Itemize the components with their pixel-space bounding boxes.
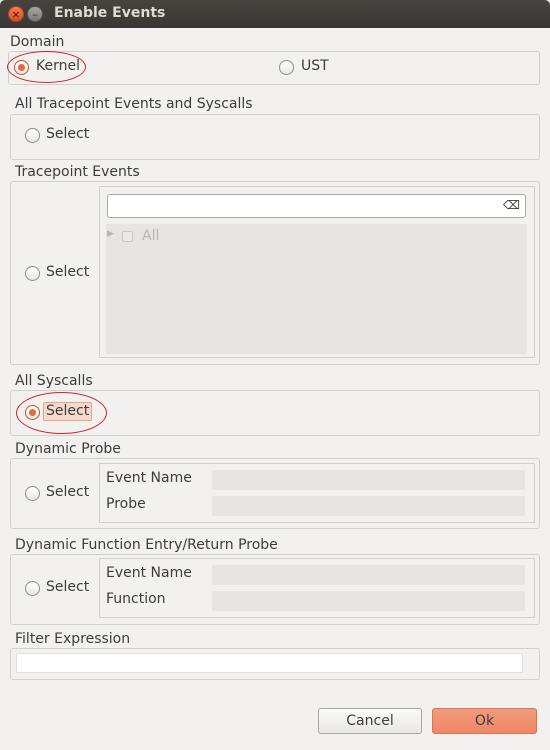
kernel-annotation-ellipse [7,51,86,83]
dynamic-probe-select-label[interactable]: Select [46,484,89,500]
tracepoint-tree[interactable] [106,224,527,354]
all-events-label: All [142,228,160,244]
function-field[interactable] [212,591,525,611]
ok-button[interactable]: Ok [432,708,537,734]
window-title: Enable Events [54,5,166,21]
clear-text-icon[interactable]: ⌫ [503,198,520,212]
probe-label: Probe [106,496,146,512]
dynamic-function-select-radio[interactable] [25,581,40,596]
dynamic-probe-select-radio[interactable] [25,486,40,501]
probe-event-name-field[interactable] [212,470,525,490]
tracepoint-filter-input[interactable]: ⌫ [107,194,526,218]
function-event-name-field[interactable] [212,565,525,585]
filter-expression-input[interactable] [16,653,523,673]
function-event-name-label: Event Name [106,565,192,581]
domain-group [8,51,540,85]
all-tracepoints-select-radio[interactable] [25,128,40,143]
ust-label[interactable]: UST [301,58,329,74]
probe-field[interactable] [212,496,525,516]
dynamic-probe-group-label: Dynamic Probe [15,441,121,457]
domain-group-label: Domain [10,34,65,50]
all-tracepoints-select-label[interactable]: Select [46,126,89,142]
tracepoint-events-select-radio[interactable] [25,266,40,281]
all-tracepoints-group [10,114,540,160]
probe-event-name-label: Event Name [106,470,192,486]
all-tracepoints-group-label: All Tracepoint Events and Syscalls [15,96,253,112]
title-bar: × – Enable Events [0,0,550,28]
all-syscalls-annotation-ellipse [16,392,107,434]
cancel-button[interactable]: Cancel [318,708,422,734]
dynamic-function-group-label: Dynamic Function Entry/Return Probe [15,537,278,553]
expand-arrow-icon[interactable]: ▶ [107,229,114,239]
filter-expression-group-label: Filter Expression [15,631,131,647]
function-label: Function [106,591,166,607]
tracepoint-events-group-label: Tracepoint Events [15,164,140,180]
all-syscalls-group-label: All Syscalls [15,373,93,389]
close-window-icon[interactable]: × [8,6,24,22]
all-events-checkbox[interactable] [122,231,133,242]
minimize-window-icon[interactable]: – [27,6,43,22]
ust-radio[interactable] [279,60,294,75]
tracepoint-events-select-label[interactable]: Select [46,264,89,280]
dynamic-function-select-label[interactable]: Select [46,579,89,595]
